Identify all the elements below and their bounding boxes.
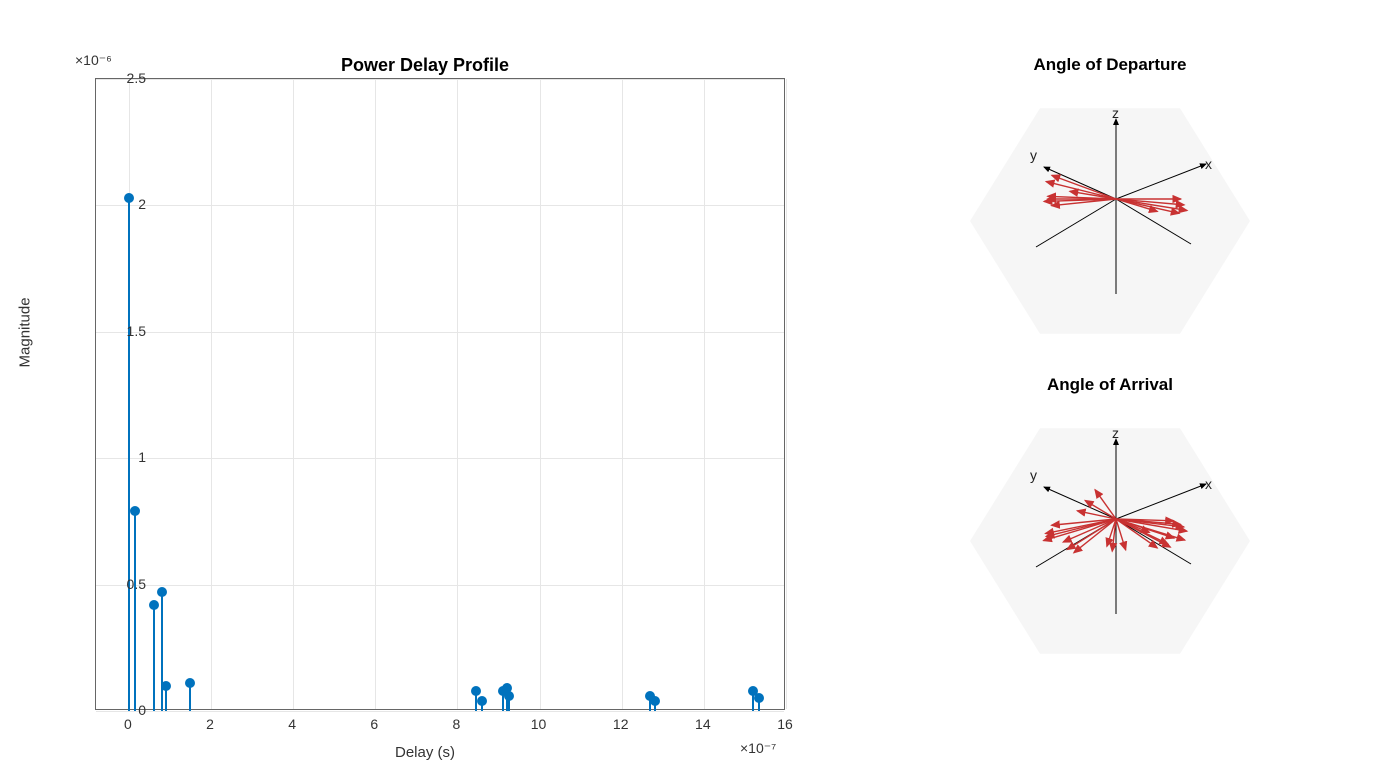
stem-marker	[471, 686, 481, 696]
gridline-v	[786, 79, 787, 709]
aoa-svg	[930, 401, 1290, 701]
gridline-v	[211, 79, 212, 709]
power-delay-profile-panel: Power Delay Profile ×10⁻⁶ Delay (s) Magn…	[0, 0, 850, 784]
aod-plot-area: z x y	[930, 81, 1290, 381]
aod-title: Angle of Departure	[910, 55, 1310, 75]
gridline-v	[540, 79, 541, 709]
x-tick-label: 6	[370, 716, 378, 732]
gridline-v	[457, 79, 458, 709]
x-tick-label: 2	[206, 716, 214, 732]
gridline-h	[96, 711, 784, 712]
y-tick-label: 2	[96, 196, 146, 212]
aod-svg	[930, 81, 1290, 381]
y-tick-label: 0	[96, 702, 146, 718]
aod-y-label: y	[1030, 147, 1037, 163]
aoa-x-label: x	[1205, 476, 1212, 492]
aoa-z-label: z	[1112, 425, 1119, 441]
stem-marker	[650, 696, 660, 706]
stem-marker	[157, 587, 167, 597]
stem-marker	[754, 693, 764, 703]
x-tick-label: 4	[288, 716, 296, 732]
x-axis-label: Delay (s)	[0, 744, 850, 761]
x-tick-label: 14	[695, 716, 711, 732]
figure-container: Power Delay Profile ×10⁻⁶ Delay (s) Magn…	[0, 0, 1393, 784]
aod-z-label: z	[1112, 105, 1119, 121]
gridline-h	[96, 205, 784, 206]
gridline-h	[96, 79, 784, 80]
x-axis-exponent: ×10⁻⁷	[740, 740, 776, 757]
y-tick-label: 1.5	[96, 323, 146, 339]
stem-marker	[149, 600, 159, 610]
stem-marker	[477, 696, 487, 706]
y-tick-label: 1	[96, 449, 146, 465]
gridline-v	[622, 79, 623, 709]
y-axis-exponent: ×10⁻⁶	[75, 52, 112, 69]
gridline-v	[293, 79, 294, 709]
stem-line	[153, 605, 155, 711]
y-tick-label: 0.5	[96, 576, 146, 592]
aoa-y-label: y	[1030, 467, 1037, 483]
aoa-plot-area: z x y	[930, 401, 1290, 701]
angle-plots-panel: Angle of Departure z x y Angle of Arriva…	[850, 0, 1393, 784]
direction-arrow	[1052, 175, 1116, 199]
angle-of-departure-block: Angle of Departure z x y	[910, 55, 1310, 381]
x-tick-label: 8	[453, 716, 461, 732]
gridline-h	[96, 332, 784, 333]
aod-x-label: x	[1205, 156, 1212, 172]
x-tick-label: 0	[124, 716, 132, 732]
stem-line	[134, 511, 136, 711]
gridline-h	[96, 458, 784, 459]
angle-of-arrival-block: Angle of Arrival z x y	[910, 375, 1310, 701]
x-tick-label: 16	[777, 716, 793, 732]
y-tick-label: 2.5	[96, 70, 146, 86]
stem-marker	[185, 678, 195, 688]
y-axis-label: Magnitude	[17, 297, 34, 367]
stem-marker	[504, 691, 514, 701]
gridline-v	[704, 79, 705, 709]
x-tick-label: 10	[531, 716, 547, 732]
stem-marker	[130, 506, 140, 516]
pdp-plot-area	[95, 78, 785, 710]
x-tick-label: 12	[613, 716, 629, 732]
gridline-h	[96, 585, 784, 586]
gridline-v	[375, 79, 376, 709]
stem-marker	[161, 681, 171, 691]
aoa-title: Angle of Arrival	[910, 375, 1310, 395]
stem-line	[161, 592, 163, 711]
